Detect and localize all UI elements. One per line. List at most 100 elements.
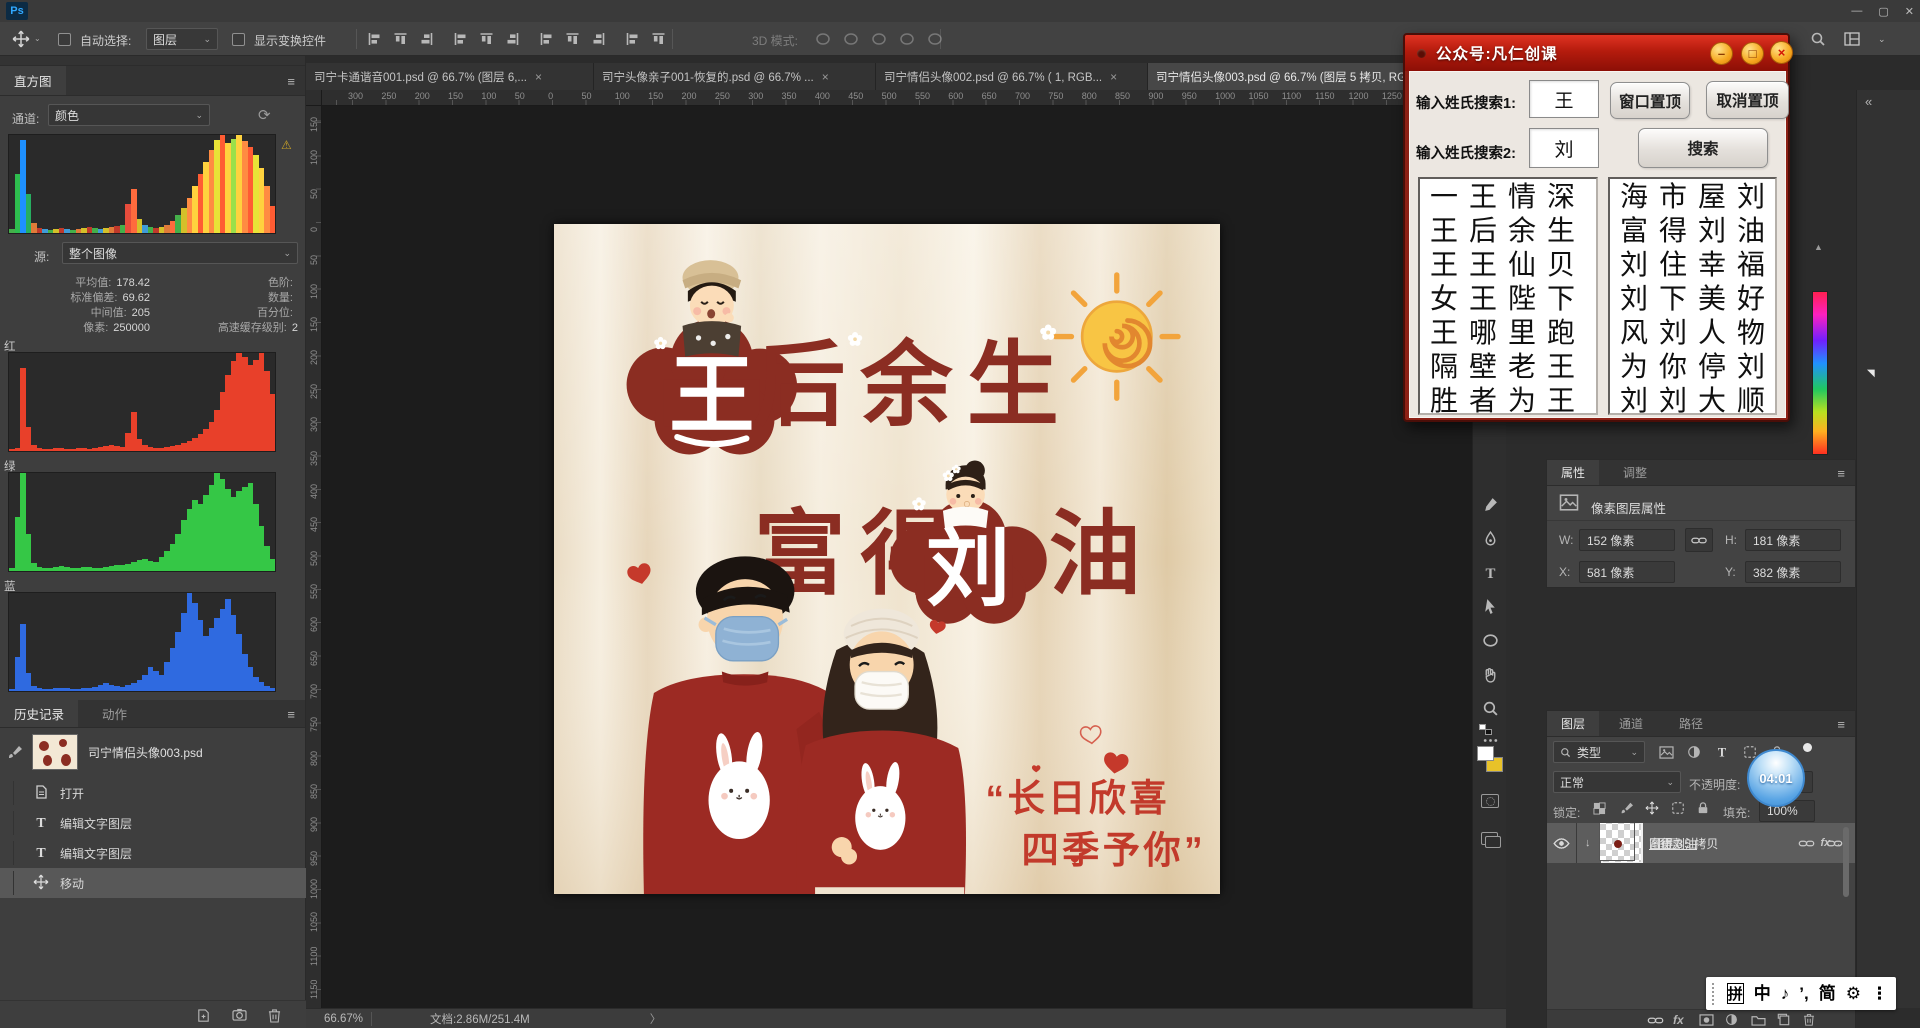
ime-settings-gear-icon[interactable]: ⚙: [1846, 985, 1861, 1002]
name-result-item[interactable]: 富得刘油: [1620, 215, 1775, 249]
name-result-item[interactable]: 一王情深: [1430, 181, 1596, 215]
lock-transparent-icon[interactable]: [1593, 802, 1606, 815]
ime-drag-handle[interactable]: [1712, 983, 1715, 1005]
collapse-panels-icon[interactable]: «: [1865, 94, 1872, 109]
align-icon[interactable]: [624, 31, 641, 47]
align-icon[interactable]: [418, 31, 435, 47]
tab-actions[interactable]: 动作: [88, 700, 141, 727]
width-field[interactable]: 152 像素: [1579, 529, 1675, 551]
document-tab[interactable]: 司宁头像亲子001-恢复的.psd @ 66.7% ...×: [594, 63, 876, 90]
canvas-document[interactable]: 王 后余生: [554, 224, 1220, 894]
delete-state-trash-icon[interactable]: [268, 1008, 281, 1023]
tab-close-icon[interactable]: ×: [535, 70, 542, 84]
channel-dropdown[interactable]: 颜色⌄: [48, 104, 210, 126]
ime-toolbar[interactable]: 拼 中 ♪ ’, 简 ⚙ ⋮: [1706, 977, 1896, 1010]
refresh-histogram-icon[interactable]: ⟳: [258, 106, 271, 124]
lock-position-icon[interactable]: [1645, 801, 1659, 815]
horizontal-ruler[interactable]: 3002502001501005005010015020025030035040…: [322, 90, 1472, 106]
align-icon[interactable]: [650, 31, 667, 47]
align-icon[interactable]: [538, 31, 555, 47]
link-wh-icon[interactable]: [1685, 528, 1713, 552]
name-result-item[interactable]: 为你停刘: [1620, 351, 1775, 385]
ime-tone-icon[interactable]: ♪: [1781, 985, 1790, 1002]
history-source-checkbox[interactable]: [0, 811, 14, 835]
panel-menu-icon[interactable]: ≡: [1837, 717, 1845, 732]
window-maximize-button[interactable]: ▢: [1878, 5, 1888, 18]
name-result-item[interactable]: 刘刘大顺: [1620, 385, 1775, 415]
color-ramp[interactable]: [1812, 291, 1828, 455]
auto-select-checkbox[interactable]: [58, 33, 71, 46]
history-step-row[interactable]: 移动: [0, 868, 306, 898]
eyedropper-tool[interactable]: [1478, 492, 1502, 516]
link-layers-icon[interactable]: [1647, 1016, 1664, 1025]
expand-triangle-icon[interactable]: ◥: [1867, 368, 1875, 379]
align-icon[interactable]: [366, 31, 383, 47]
search-icon[interactable]: [1810, 31, 1826, 47]
y-field[interactable]: 382 像素: [1745, 561, 1841, 583]
name-result-item[interactable]: 王哪里跑: [1430, 317, 1596, 351]
tab-histogram[interactable]: 直方图: [0, 66, 66, 95]
window-close-button[interactable]: ✕: [1905, 5, 1914, 18]
panel-menu-icon[interactable]: ≡: [287, 74, 295, 89]
history-source-checkbox[interactable]: [0, 781, 14, 805]
source-dropdown[interactable]: 整个图像⌄: [62, 242, 298, 264]
layer-thumbnail[interactable]: [1599, 823, 1635, 835]
history-step-row[interactable]: 编辑文字图层: [0, 808, 306, 838]
move-tool-icon[interactable]: [12, 30, 30, 48]
dialog-maximize-button[interactable]: □: [1741, 42, 1764, 65]
ime-pinyin-icon[interactable]: 拼: [1727, 983, 1744, 1004]
name-result-item[interactable]: 刘下美好: [1620, 283, 1775, 317]
blend-mode-dropdown[interactable]: 正常⌄: [1553, 771, 1681, 793]
name-result-item[interactable]: 女王陛下: [1430, 283, 1596, 317]
workspace-icon[interactable]: [1844, 32, 1860, 46]
layer-style-icon[interactable]: fx: [1673, 1013, 1684, 1027]
name-search-dialog[interactable]: 公众号:凡仁创课 – □ × 输入姓氏搜索1: 王 窗口置顶 取消置顶 输入姓氏…: [1403, 33, 1790, 422]
screen-mode-icon[interactable]: [1481, 832, 1498, 845]
align-icon[interactable]: [590, 31, 607, 47]
zoom-level-field[interactable]: 66.67%: [316, 1012, 372, 1026]
tab-properties[interactable]: 属性: [1547, 460, 1599, 485]
document-tab[interactable]: 司宁卡通谐音001.psd @ 66.7% (图层 6,...×: [306, 63, 594, 90]
history-source-checkbox[interactable]: [0, 841, 14, 865]
cached-data-warning-icon[interactable]: ⚠: [281, 138, 292, 152]
ime-chinese-mode-icon[interactable]: 中: [1754, 985, 1771, 1002]
document-tab[interactable]: 司宁情侣头像002.psd @ 66.7% ( 1, RGB...×: [876, 63, 1148, 90]
align-icon[interactable]: [478, 31, 495, 47]
delete-layer-icon[interactable]: [1803, 1013, 1815, 1026]
new-layer-icon[interactable]: [1777, 1013, 1790, 1026]
name-result-item[interactable]: 海市屋刘: [1620, 181, 1775, 215]
align-icon[interactable]: [504, 31, 521, 47]
x-field[interactable]: 581 像素: [1579, 561, 1675, 583]
panel-menu-icon[interactable]: ≡: [1837, 466, 1845, 481]
search-button[interactable]: 搜索: [1638, 128, 1768, 168]
tab-adjustments[interactable]: 调整: [1609, 460, 1661, 485]
filter-pin-icon[interactable]: [1803, 743, 1812, 752]
name-result-item[interactable]: 隔壁老王: [1430, 351, 1596, 385]
quick-mask-icon[interactable]: [1481, 794, 1499, 808]
window-pin-button[interactable]: 窗口置顶: [1610, 82, 1690, 119]
show-transform-checkbox[interactable]: [232, 33, 245, 46]
status-chevron-icon[interactable]: 〉: [650, 1011, 662, 1027]
name-result-item[interactable]: 王王仙贝: [1430, 249, 1596, 283]
filter-pixel-icon[interactable]: [1659, 746, 1674, 759]
cancel-pin-button[interactable]: 取消置顶: [1706, 81, 1789, 119]
history-source-checkbox[interactable]: [0, 871, 14, 895]
ime-simplified-icon[interactable]: 简: [1819, 985, 1836, 1002]
dialog-minimize-button[interactable]: –: [1710, 42, 1733, 65]
results-list-2[interactable]: 海市屋刘富得刘油刘住幸福刘下美好风刘人物为你停刘刘刘大顺: [1608, 177, 1777, 415]
tab-close-icon[interactable]: ×: [822, 70, 829, 84]
auto-select-target-dropdown[interactable]: 图层⌄: [146, 28, 218, 50]
vertical-ruler[interactable]: 1501005005010015020025030035040045050055…: [306, 106, 322, 1008]
tab-history[interactable]: 历史记录: [0, 700, 78, 727]
new-group-icon[interactable]: [1751, 1014, 1766, 1026]
search1-input[interactable]: 王: [1529, 80, 1599, 118]
name-result-item[interactable]: 胜者为王: [1430, 385, 1596, 415]
height-field[interactable]: 181 像素: [1745, 529, 1841, 551]
history-step-row[interactable]: 打开: [0, 778, 306, 808]
tab-paths[interactable]: 路径: [1665, 711, 1717, 736]
path-select-tool[interactable]: [1478, 594, 1502, 618]
ime-punctuation-icon[interactable]: ’,: [1799, 985, 1808, 1002]
lock-all-icon[interactable]: [1697, 801, 1709, 815]
ime-more-icon[interactable]: ⋮: [1871, 985, 1888, 1002]
zoom-tool[interactable]: [1478, 696, 1502, 720]
